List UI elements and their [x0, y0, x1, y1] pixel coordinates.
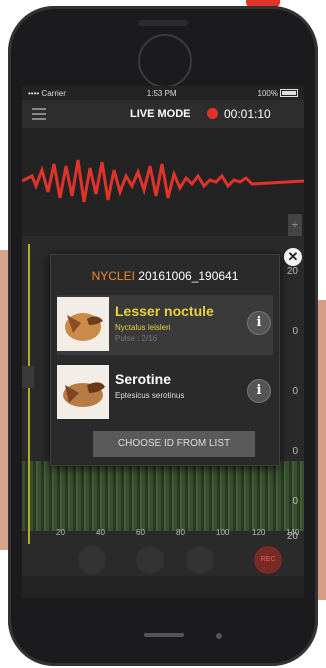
y-tick-label: 0 [292, 446, 298, 457]
spectrogram-noise [22, 461, 304, 531]
info-icon[interactable]: i [247, 379, 271, 403]
y-tick-label: 0 [292, 386, 298, 397]
record-dot-button[interactable] [78, 546, 106, 574]
side-drawer-handle[interactable] [22, 366, 34, 388]
app-screen: •••• Carrier 1:53 PM 100% LIVE MODE 00:0… [22, 86, 304, 598]
battery-icon [279, 89, 298, 98]
pause-button[interactable] [186, 546, 214, 574]
info-icon[interactable]: i [247, 311, 271, 335]
playhead-line [28, 244, 30, 544]
phone-bottom-indicator [144, 633, 184, 637]
close-icon[interactable]: ✕ [284, 248, 302, 266]
modal-title: NYCLEI 20161006_190641 [51, 269, 279, 283]
spectrogram-x-axis: 20 40 60 80 100 120 140 [22, 526, 304, 540]
x-tick-label: 60 [136, 528, 145, 537]
identification-modal: NYCLEI 20161006_190641 Lesser noctule Ny… [50, 254, 280, 466]
y-tick-label: 20 [286, 266, 298, 277]
hamburger-menu-icon[interactable] [32, 108, 46, 120]
recording-indicator-icon [207, 108, 218, 119]
candidate-row[interactable]: Serotine Eptesicus serotinus i [57, 363, 273, 423]
scientific-name: Nyctalus leisleri [115, 323, 171, 332]
choose-from-list-button[interactable]: CHOOSE ID FROM LIST [93, 431, 255, 457]
phone-frame: •••• Carrier 1:53 PM 100% LIVE MODE 00:0… [8, 6, 318, 666]
x-tick-label: 120 [252, 528, 266, 537]
scale-toggle-button[interactable]: ÷ [288, 214, 302, 238]
audio-waveform [22, 159, 304, 203]
y-tick-label: 0 [292, 496, 298, 507]
battery-status: 100% [258, 89, 298, 98]
scientific-name: Eptesicus serotinus [115, 391, 185, 400]
x-tick-label: 140 [286, 528, 300, 537]
phone-bottom-dot [216, 633, 222, 639]
bat-thumbnail [57, 297, 109, 351]
battery-percent: 100% [257, 88, 278, 98]
rec-button[interactable]: REC [254, 546, 282, 574]
status-time: 1:53 PM [146, 88, 177, 98]
pulse-count: Pulse : 2/16 [115, 334, 158, 343]
candidate-row[interactable]: Lesser noctule Nyctalus leisleri Pulse :… [57, 295, 273, 355]
recording-timer: 00:01:10 [224, 107, 271, 121]
x-tick-label: 80 [176, 528, 185, 537]
carrier-label: •••• Carrier [28, 88, 66, 98]
bottom-controls: REC [22, 540, 304, 580]
x-tick-label: 100 [216, 528, 230, 537]
phone-camera [138, 34, 192, 88]
y-tick-label: 0 [292, 326, 298, 337]
recording-id: 20161006_190641 [138, 269, 239, 283]
bat-thumbnail [57, 365, 109, 419]
phone-speaker [138, 20, 188, 26]
x-tick-label: 40 [96, 528, 105, 537]
species-code: NYCLEI [91, 269, 135, 283]
x-tick-label: 20 [56, 528, 65, 537]
live-mode-title: LIVE MODE [130, 108, 191, 120]
status-bar: •••• Carrier 1:53 PM 100% [22, 86, 304, 100]
species-name: Lesser noctule [115, 303, 214, 319]
top-nav-bar: LIVE MODE 00:01:10 [22, 100, 304, 128]
species-name: Serotine [115, 371, 172, 387]
audio-icon-button[interactable] [136, 546, 164, 574]
